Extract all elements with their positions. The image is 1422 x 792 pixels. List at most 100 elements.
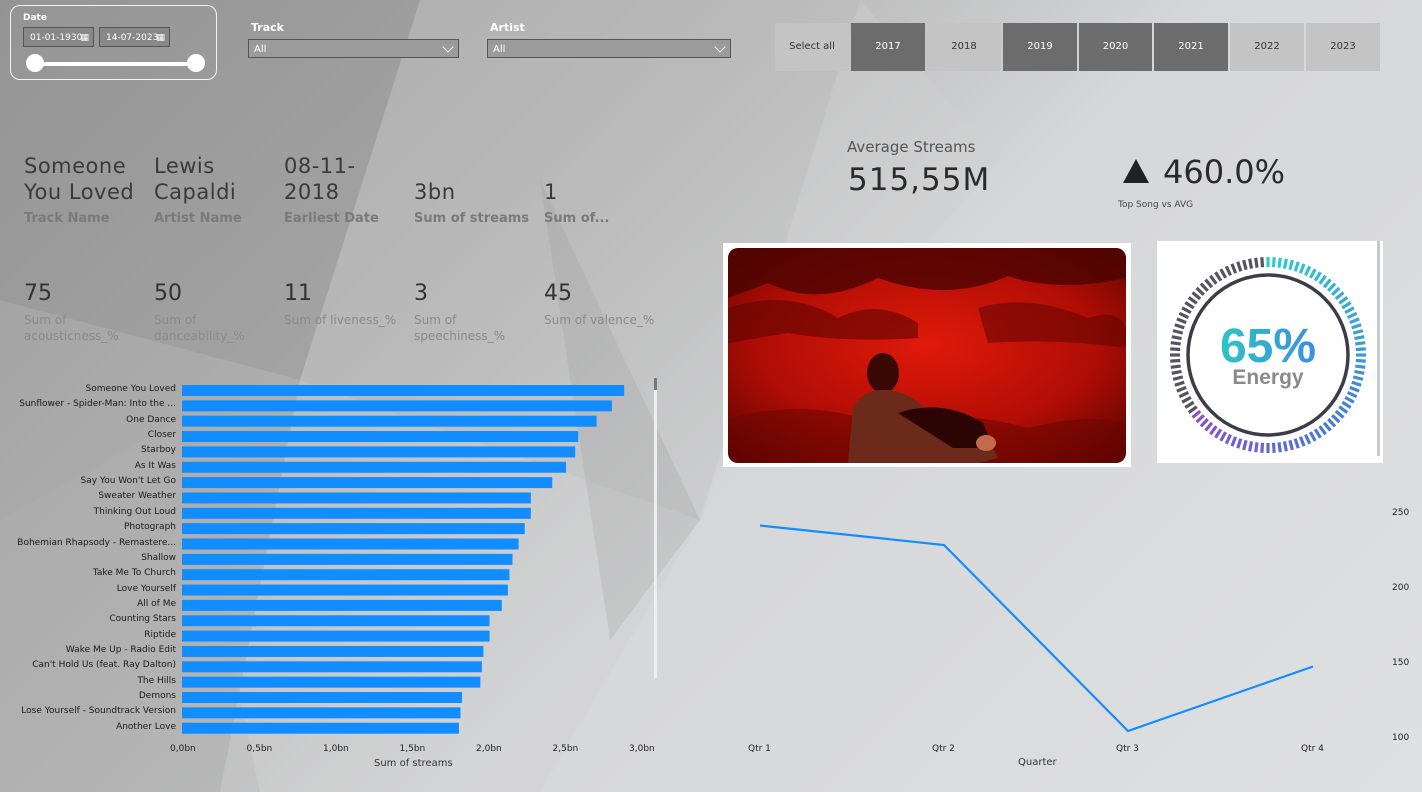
speechiness-label: Sum of speechiness_% [414, 313, 506, 343]
bar-x-axis-title: Sum of streams [374, 758, 453, 769]
calendar-icon[interactable]: ▦ [156, 28, 165, 48]
end-slider-handle[interactable] [187, 54, 205, 72]
gauge-tick [1322, 278, 1332, 289]
bar-9[interactable] [182, 523, 525, 535]
gauge-tick [1349, 385, 1360, 393]
gauge-tick [1181, 395, 1192, 404]
start-slider-handle[interactable] [26, 54, 44, 72]
album-art-image [728, 248, 1126, 463]
gauge-tick [1318, 425, 1327, 436]
year-button-2022[interactable]: 2022 [1230, 23, 1304, 71]
line-x-axis-title: Quarter [1018, 757, 1057, 768]
gauge-tick [1174, 323, 1185, 330]
bar-13[interactable] [182, 584, 508, 596]
date-range-track[interactable] [36, 62, 196, 66]
average-streams-label: Average Streams [847, 138, 976, 156]
artist-slicer-title: Artist [490, 21, 525, 34]
gauge-tick [1331, 286, 1341, 296]
date-slicer[interactable]: Date 01-01-1930 ▦ 14-07-2023 ▦ [10, 5, 217, 80]
bar-15[interactable] [182, 615, 490, 627]
bar-8[interactable] [182, 507, 531, 519]
top-song-vs-avg-label: Top Song vs AVG [1118, 200, 1194, 210]
bar-18[interactable] [182, 661, 482, 673]
acousticness-label: Sum of acousticness_% [24, 313, 119, 343]
line-x-tick: Qtr 4 [1301, 744, 1324, 754]
gauge-tick [1288, 439, 1294, 451]
bar-chart-scroll-thumb[interactable] [654, 378, 657, 390]
gauge-tick [1191, 409, 1202, 419]
year-button-2021[interactable]: 2021 [1154, 23, 1228, 71]
gauge-tick [1184, 301, 1195, 310]
bar-3[interactable] [182, 431, 579, 443]
gauge-tick [1352, 329, 1364, 335]
bar-1[interactable] [182, 400, 612, 412]
bar-2[interactable] [182, 415, 597, 427]
sum-other-label: Sum of... [544, 211, 610, 226]
gauge-tick [1170, 341, 1181, 346]
year-button-2019[interactable]: 2019 [1003, 23, 1077, 71]
gauge-tick [1181, 306, 1192, 315]
gauge-tick [1277, 257, 1282, 268]
bar-12[interactable] [182, 569, 510, 581]
bar-x-tick: 1,5bn [399, 744, 426, 754]
gauge-tick [1171, 369, 1182, 375]
bar-19[interactable] [182, 676, 481, 688]
bar-17[interactable] [182, 645, 484, 657]
gauge-tick [1355, 347, 1366, 352]
bar-chart-scrollbar[interactable] [654, 378, 657, 678]
gauge-tick [1346, 391, 1358, 399]
bar-6[interactable] [182, 477, 553, 489]
bar-21[interactable] [182, 707, 461, 719]
start-date-input[interactable]: 01-01-1930 ▦ [23, 27, 94, 47]
gauge-tick [1346, 311, 1358, 319]
track-dropdown[interactable]: All [248, 39, 459, 58]
top-song-vs-avg-value: 460.0% [1163, 153, 1286, 191]
bar-14[interactable] [182, 599, 502, 611]
gauge-tick [1352, 375, 1364, 381]
chevron-down-icon [442, 41, 454, 53]
year-button-2020[interactable]: 2020 [1079, 23, 1152, 71]
gauge-tick [1338, 405, 1349, 414]
bar-5[interactable] [182, 461, 567, 473]
gauge-tick [1254, 257, 1259, 268]
artist-dropdown[interactable]: All [487, 39, 731, 58]
bar-11[interactable] [182, 553, 513, 565]
gauge-tick [1209, 425, 1218, 436]
bar-16[interactable] [182, 630, 490, 642]
year-button-2023[interactable]: 2023 [1306, 23, 1380, 71]
average-streams-value: 515,55M [848, 162, 991, 198]
gauge-tick [1209, 274, 1218, 285]
bar-7[interactable] [182, 492, 531, 504]
gauge-tick [1313, 271, 1322, 282]
gauge-tick [1334, 291, 1345, 301]
track-name-value: Someone You Loved [24, 154, 135, 204]
bar-4[interactable] [182, 446, 576, 458]
line-series[interactable] [759, 524, 1314, 733]
end-date-input[interactable]: 14-07-2023 ▦ [99, 27, 170, 47]
year-button-2018[interactable]: 2018 [927, 23, 1001, 71]
date-slicer-title: Date [23, 13, 47, 23]
gauge-tick [1293, 438, 1300, 449]
bar-10[interactable] [182, 538, 519, 550]
gauge-tick [1334, 409, 1345, 419]
year-button-select-all[interactable]: Select all [775, 23, 849, 71]
bar-22[interactable] [182, 722, 459, 734]
gauge-tick [1170, 364, 1181, 369]
gauge-tick [1271, 442, 1276, 453]
gauge-tick [1271, 257, 1276, 268]
gauge-tick [1178, 391, 1190, 399]
gauge-tick [1224, 433, 1232, 445]
gauge-tick [1174, 380, 1185, 387]
gauge-tick [1260, 257, 1265, 268]
line-y-tick: 250 [1392, 508, 1410, 518]
bar-0[interactable] [182, 385, 625, 396]
gauge-tick [1170, 347, 1181, 352]
year-button-2017[interactable]: 2017 [851, 23, 925, 71]
bar-20[interactable] [182, 692, 462, 703]
calendar-icon[interactable]: ▦ [80, 28, 89, 48]
gauge-tick [1341, 301, 1352, 310]
line-y-tick: 200 [1392, 583, 1410, 593]
earliest-date-label: Earliest Date [284, 211, 379, 226]
gauge-tick [1195, 286, 1205, 296]
gauge-tick [1170, 358, 1181, 363]
